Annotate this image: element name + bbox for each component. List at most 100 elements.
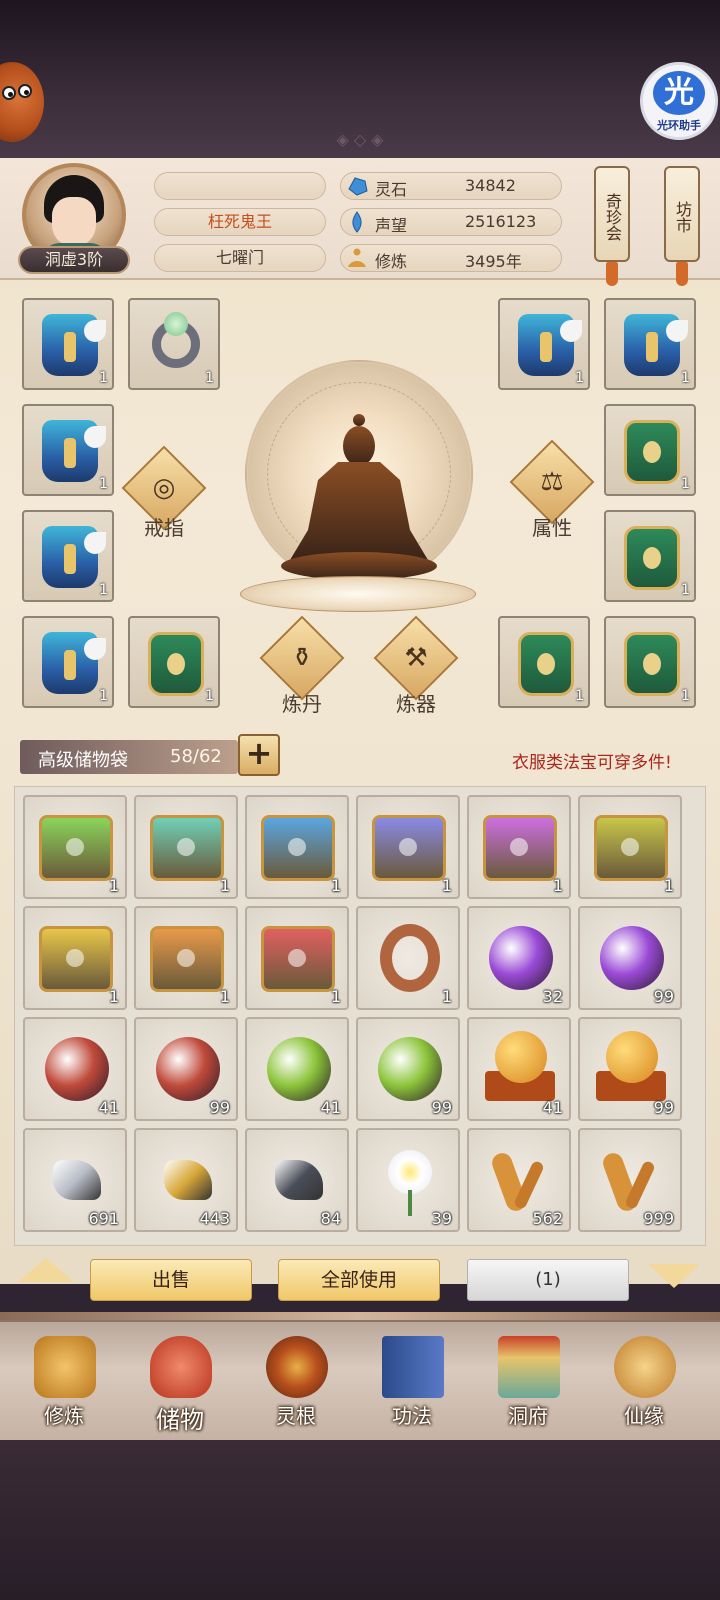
attribute-action-label: 属性 [532, 516, 572, 540]
equip-slot-armor[interactable]: 1 [22, 404, 114, 496]
slot-count: 1 [681, 476, 690, 492]
equip-slot-armor[interactable]: 1 [498, 616, 590, 708]
equip-slot-armor[interactable]: 1 [22, 616, 114, 708]
inventory-slot[interactable]: 39 [356, 1128, 460, 1232]
item-count: 999 [643, 1209, 674, 1228]
sell-button[interactable]: 出售 [90, 1259, 252, 1301]
slot-count: 1 [99, 582, 108, 598]
equip-slot-ring[interactable]: 1 [128, 298, 220, 390]
inventory-slot[interactable]: 1 [356, 795, 460, 899]
inventory-slot[interactable]: 1 [23, 795, 127, 899]
helper-logo-icon: 光 [653, 71, 705, 115]
bag-title: 高级储物袋 [38, 750, 128, 771]
forge-action-label: 炼器 [396, 692, 436, 716]
inventory-slot[interactable]: 32 [467, 906, 571, 1010]
item-count: 41 [98, 1098, 119, 1117]
inventory-slot[interactable]: 99 [356, 1017, 460, 1121]
bag-tab[interactable]: 高级储物袋 58/62 [20, 740, 238, 774]
inventory-slot[interactable]: 562 [467, 1128, 571, 1232]
treasure-chest-icon [594, 815, 668, 881]
stat-reputation: 声望 2516123 [340, 208, 562, 236]
ornament-divider: ◈ ◇ ◈ [336, 130, 384, 149]
meditating-figure-icon [281, 414, 437, 580]
nav-cave-mansion[interactable]: 洞府 [476, 1330, 580, 1434]
equip-slot-armor[interactable]: 1 [604, 404, 696, 496]
armor-green-icon [624, 632, 680, 696]
player-name-field [154, 172, 326, 200]
inventory-slot[interactable]: 1 [467, 795, 571, 899]
nav-label: 功法 [392, 1404, 432, 1428]
storage-bag-icon [150, 1336, 212, 1398]
equip-slot-armor[interactable]: 1 [128, 616, 220, 708]
nav-cultivate[interactable]: 修炼 [12, 1330, 116, 1434]
nav-spirit-root[interactable]: 灵根 [244, 1330, 348, 1434]
inventory-slot[interactable]: 1 [134, 906, 238, 1010]
tassel-icon [606, 262, 618, 286]
inventory-slot[interactable]: 99 [578, 906, 682, 1010]
equip-slot-armor[interactable]: 1 [604, 510, 696, 602]
item-count: 443 [199, 1209, 230, 1228]
inventory-slot[interactable]: 1 [23, 906, 127, 1010]
equip-slot-armor[interactable]: 1 [22, 298, 114, 390]
inventory-slot[interactable]: 84 [245, 1128, 349, 1232]
inventory-grid: 1 1 1 1 1 1 1 1 1 1 32 99 41 99 41 99 41 99 691 443 84 39 562 9… [14, 786, 706, 1246]
item-count: 1 [219, 987, 230, 1006]
meditation-icon [348, 248, 366, 267]
inventory-slot[interactable]: 99 [578, 1017, 682, 1121]
ore-icon [53, 1160, 101, 1200]
slot-count: 1 [99, 370, 108, 386]
page-up-arrow-icon[interactable] [18, 1258, 74, 1282]
inventory-slot[interactable]: 1 [245, 906, 349, 1010]
item-count: 1 [330, 876, 341, 895]
nav-technique[interactable]: 功法 [360, 1330, 464, 1434]
spirit-orb-icon [489, 926, 553, 990]
item-count: 1 [108, 987, 119, 1006]
treasure-fair-button[interactable]: 奇珍会 [594, 166, 630, 286]
slot-count: 1 [575, 688, 584, 704]
item-count: 562 [532, 1209, 563, 1228]
rank-badge: 洞虚3阶 [18, 246, 130, 274]
nav-storage[interactable]: 储物 [128, 1330, 232, 1434]
item-count: 99 [431, 1098, 452, 1117]
nav-fate[interactable]: 仙缘 [592, 1330, 696, 1434]
treasure-chest-icon [372, 815, 446, 881]
equip-slot-armor[interactable]: 1 [604, 298, 696, 390]
stat-label: 修炼 [375, 252, 408, 271]
inventory-slot[interactable]: 41 [23, 1017, 127, 1121]
item-count: 1 [552, 876, 563, 895]
inventory-slot[interactable]: 1 [578, 795, 682, 899]
inventory-slot[interactable]: 999 [578, 1128, 682, 1232]
slot-count: 1 [205, 688, 214, 704]
equip-slot-armor[interactable]: 1 [604, 616, 696, 708]
item-count: 1 [108, 876, 119, 895]
page-down-arrow-icon[interactable] [648, 1264, 700, 1288]
item-count: 1 [441, 987, 452, 1006]
market-button[interactable]: 坊市 [664, 166, 700, 286]
quantity-field[interactable]: (1) [467, 1259, 629, 1301]
item-count: 1 [441, 876, 452, 895]
inventory-slot[interactable]: 41 [467, 1017, 571, 1121]
item-count: 1 [330, 987, 341, 1006]
spirit-orb-icon [156, 1037, 220, 1101]
inventory-slot[interactable]: 443 [134, 1128, 238, 1232]
treasure-chest-icon [39, 815, 113, 881]
inventory-slot[interactable]: 1 [134, 795, 238, 899]
item-count: 99 [209, 1098, 230, 1117]
pedestal [240, 576, 476, 612]
item-count: 99 [653, 1098, 674, 1117]
cave-mansion-icon [498, 1336, 560, 1398]
inventory-slot[interactable]: 691 [23, 1128, 127, 1232]
inventory-slot[interactable]: 99 [134, 1017, 238, 1121]
expand-bag-button[interactable]: + [238, 734, 280, 776]
inventory-slot[interactable]: 1 [356, 906, 460, 1010]
halo-helper-button[interactable]: 光 光环助手 [640, 62, 718, 140]
slot-count: 1 [681, 582, 690, 598]
inventory-slot[interactable]: 1 [245, 795, 349, 899]
equip-slot-armor[interactable]: 1 [22, 510, 114, 602]
item-count: 41 [542, 1098, 563, 1117]
equip-slot-armor[interactable]: 1 [498, 298, 590, 390]
treasure-chest-icon [39, 926, 113, 992]
inventory-slot[interactable]: 41 [245, 1017, 349, 1121]
use-all-button[interactable]: 全部使用 [278, 1259, 440, 1301]
armor-green-icon [624, 420, 680, 484]
